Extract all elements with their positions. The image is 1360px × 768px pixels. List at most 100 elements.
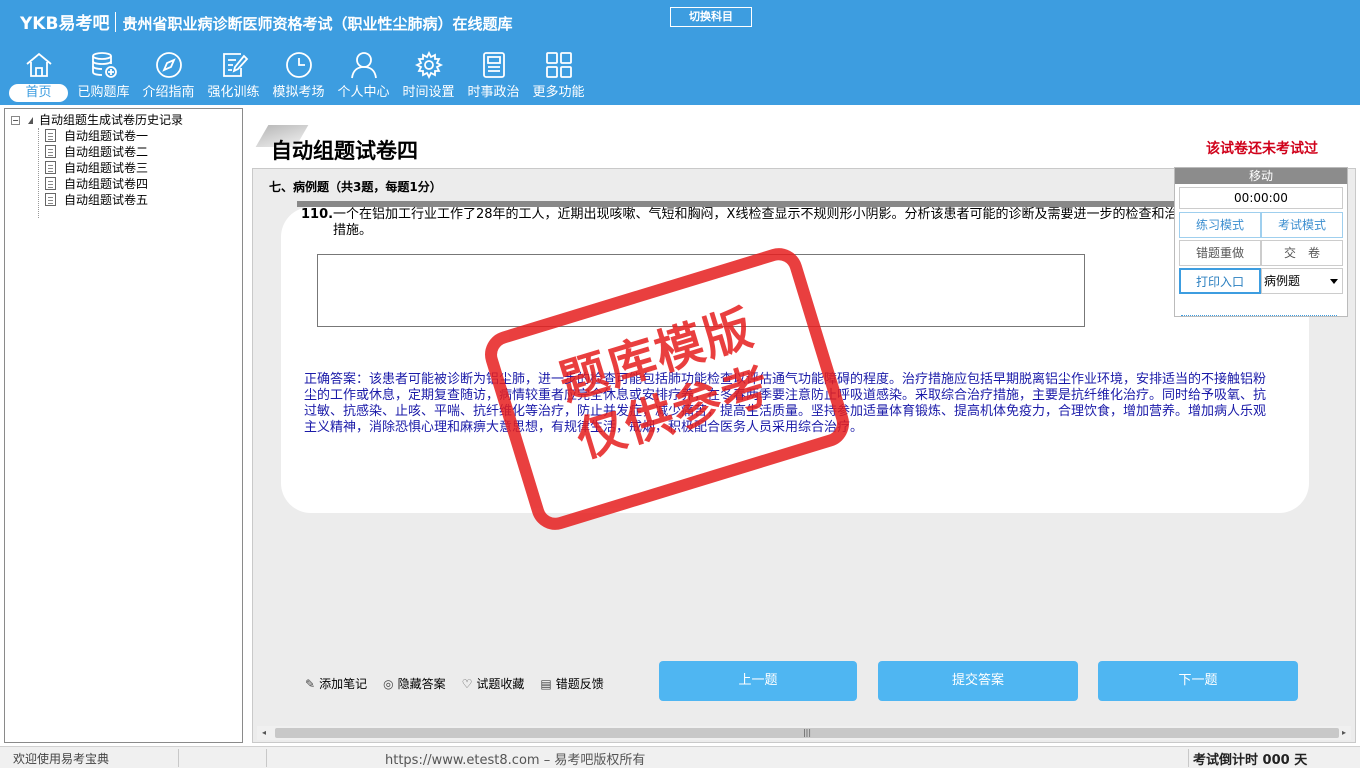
status-bar: 欢迎使用易考宝典 https://www.etest8.com – 易考吧版权所… — [0, 746, 1360, 768]
nav-label: 模拟考场 — [272, 85, 325, 100]
panel-drag-handle[interactable]: 移动 — [1175, 168, 1347, 184]
home-icon — [26, 52, 52, 77]
copyright-text: https://www.etest8.com – 易考吧版权所有 — [385, 753, 646, 768]
main-nav: 首页 已购题库 介绍指南 强化训练 模拟考场 个人中心 时间设置 时事政治 更多… — [6, 48, 591, 104]
user-icon — [351, 52, 377, 79]
nav-label: 时间设置 — [402, 85, 455, 100]
practice-mode-button[interactable]: 练习模式 — [1179, 212, 1261, 238]
tree-item-label: 自动组题试卷三 — [64, 161, 149, 175]
header-bar: YKB易考吧 贵州省职业病诊断医师资格考试（职业性尘肺病）在线题库 切换科目 首页… — [0, 0, 1360, 105]
tree-item-label: 自动组题试卷五 — [64, 193, 149, 207]
horizontal-scrollbar[interactable]: ◂ ||| ▸ — [257, 726, 1351, 740]
brand-logo: YKB易考吧 — [20, 14, 110, 34]
tree-root-label: 自动组题生成试卷历史记录 — [39, 113, 184, 127]
question-card: 110. 一个在铝加工行业工作了28年的工人，近期出现咳嗽、气短和胸闷，X线检查… — [281, 207, 1309, 513]
next-question-button[interactable]: 下一题 — [1098, 661, 1298, 701]
submit-answer-button[interactable]: 提交答案 — [878, 661, 1078, 701]
tool-label: 隐藏答案 — [397, 677, 446, 691]
heart-icon: ♡ — [461, 676, 473, 691]
tree-item-label: 自动组题试卷二 — [64, 145, 149, 159]
nav-guide[interactable]: 介绍指南 — [136, 48, 201, 104]
nav-label: 介绍指南 — [142, 85, 195, 100]
scroll-left-icon[interactable]: ◂ — [257, 726, 271, 740]
countdown-text: 考试倒计时 000 天 — [1193, 753, 1308, 768]
exam-mode-button[interactable]: 考试模式 — [1261, 212, 1343, 238]
favorite-button[interactable]: ♡ 试题收藏 — [462, 675, 525, 692]
database-icon — [92, 52, 117, 78]
add-note-button[interactable]: ✎ 添加笔记 — [305, 675, 367, 692]
print-button[interactable]: 打印入口 — [1179, 268, 1261, 294]
eye-icon: ◎ — [383, 676, 394, 691]
collapse-icon[interactable]: − — [11, 116, 20, 125]
feedback-icon: ▤ — [540, 676, 552, 691]
tree-connector — [38, 128, 39, 218]
status-divider — [1188, 749, 1189, 767]
document-icon — [45, 177, 56, 190]
hand-in-button[interactable]: 交 卷 — [1261, 240, 1343, 266]
question-tools: ✎ 添加笔记 ◎ 隐藏答案 ♡ 试题收藏 ▤ 错题反馈 — [305, 675, 604, 692]
paper-history-tree: − 自动组题生成试卷历史记录 自动组题试卷一 自动组题试卷二 自动组题试卷三 自动… — [4, 108, 243, 743]
tree-item[interactable]: 自动组题试卷二 — [45, 144, 148, 160]
section-title: 七、病例题（共3题，每题1分） — [269, 180, 442, 194]
question-type-select[interactable]: 病例题 — [1261, 268, 1343, 294]
nav-label: 个人中心 — [337, 85, 390, 100]
nav-label: 首页 — [9, 84, 68, 102]
welcome-text: 欢迎使用易考宝典 — [13, 752, 110, 766]
nav-label: 强化训练 — [207, 85, 260, 100]
gear-icon — [414, 50, 444, 80]
edit-icon — [223, 53, 249, 77]
chevron-down-icon — [1330, 279, 1338, 284]
compass-icon — [156, 52, 182, 78]
timer-display: 00:00:00 — [1179, 187, 1343, 209]
nav-personal[interactable]: 个人中心 — [331, 48, 396, 104]
tree-item[interactable]: 自动组题试卷三 — [45, 160, 148, 176]
paper-title: 自动组题试卷四 — [271, 138, 418, 163]
paper-header: 自动组题试卷四 该试卷还未考试过 — [250, 108, 1360, 166]
switch-subject-button[interactable]: 切换科目 — [670, 7, 752, 27]
question-number: 110. — [301, 207, 334, 222]
hide-answer-button[interactable]: ◎ 隐藏答案 — [383, 675, 446, 692]
tree-item[interactable]: 自动组题试卷五 — [45, 192, 148, 208]
status-divider — [266, 749, 267, 767]
panel-divider — [1181, 313, 1337, 316]
scroll-right-icon[interactable]: ▸ — [1337, 726, 1351, 740]
exam-status-note: 该试卷还未考试过 — [1206, 141, 1318, 157]
tree-item-selected[interactable]: 自动组题试卷四 — [45, 176, 148, 192]
nav-label: 时事政治 — [467, 85, 520, 100]
tool-label: 试题收藏 — [476, 677, 525, 691]
document-icon — [45, 161, 56, 174]
folder-icon — [28, 117, 33, 124]
nav-current-affairs[interactable]: 时事政治 — [461, 48, 526, 104]
status-divider — [178, 749, 179, 767]
nav-mock-exam[interactable]: 模拟考场 — [266, 48, 331, 104]
nav-time-settings[interactable]: 时间设置 — [396, 48, 461, 104]
answer-input[interactable] — [317, 254, 1085, 327]
nav-training[interactable]: 强化训练 — [201, 48, 266, 104]
app-brand: YKB易考吧 贵州省职业病诊断医师资格考试（职业性尘肺病）在线题库 — [20, 9, 512, 34]
nav-label: 更多功能 — [532, 85, 585, 100]
redo-wrong-button[interactable]: 错题重做 — [1179, 240, 1261, 266]
nav-purchased[interactable]: 已购题库 — [71, 48, 136, 104]
tool-label: 添加笔记 — [319, 677, 368, 691]
tree-root[interactable]: − 自动组题生成试卷历史记录 — [11, 112, 183, 128]
exam-control-panel: 移动 00:00:00 练习模式 考试模式 错题重做 交 卷 打印入口 病例题 — [1174, 167, 1348, 317]
news-icon — [483, 52, 505, 78]
nav-more[interactable]: 更多功能 — [526, 48, 591, 104]
correct-answer: 正确答案：该患者可能被诊断为铝尘肺，进一步的检查可能包括肺功能检查以评估通气功能… — [304, 372, 1267, 435]
pencil-icon: ✎ — [305, 676, 316, 691]
clock-icon — [286, 52, 312, 78]
tree-item-label: 自动组题试卷四 — [64, 177, 149, 191]
document-icon — [45, 193, 56, 206]
scroll-thumb[interactable]: ||| — [275, 728, 1339, 738]
tree-item[interactable]: 自动组题试卷一 — [45, 128, 148, 144]
nav-home[interactable]: 首页 — [6, 48, 71, 104]
nav-label: 已购题库 — [77, 85, 130, 100]
grid-icon — [546, 52, 572, 78]
question-text: 一个在铝加工行业工作了28年的工人，近期出现咳嗽、气短和胸闷，X线检查显示不规则… — [333, 207, 1191, 238]
tool-label: 错题反馈 — [555, 677, 604, 691]
document-icon — [45, 145, 56, 158]
prev-question-button[interactable]: 上一题 — [659, 661, 857, 701]
document-icon — [45, 129, 56, 142]
tree-item-label: 自动组题试卷一 — [64, 129, 149, 143]
feedback-button[interactable]: ▤ 错题反馈 — [540, 675, 603, 692]
